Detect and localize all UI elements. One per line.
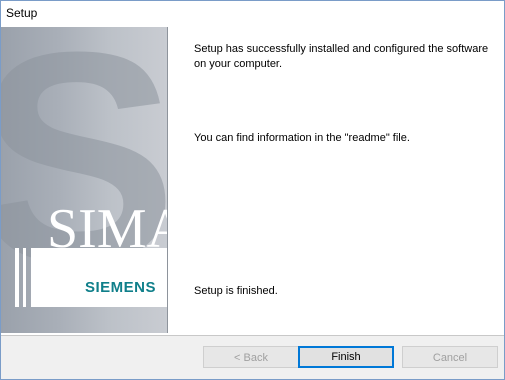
readme-message: You can find information in the "readme"… bbox=[194, 132, 410, 144]
finished-message: Setup is finished. bbox=[194, 285, 278, 297]
back-button[interactable]: < Back bbox=[203, 346, 299, 368]
banner-stripe bbox=[15, 248, 19, 307]
finish-button[interactable]: Finish bbox=[298, 346, 394, 368]
wizard-content: SI SIMA SIEMENS Setup has successfully i… bbox=[1, 27, 504, 335]
window-title: Setup bbox=[6, 6, 38, 20]
title-bar[interactable]: Setup bbox=[1, 1, 504, 28]
banner-logo-plate bbox=[31, 248, 167, 307]
banner-stripe bbox=[23, 248, 26, 307]
button-bar: < Back Finish Cancel bbox=[1, 335, 504, 379]
cancel-button[interactable]: Cancel bbox=[402, 346, 498, 368]
siemens-logo: SIEMENS bbox=[85, 279, 157, 296]
setup-window: Setup SI SIMA SIEMENS Setup has successf… bbox=[0, 0, 505, 380]
installed-message: Setup has successfully installed and con… bbox=[194, 43, 489, 70]
siemens-banner-image: SI SIMA SIEMENS bbox=[1, 27, 168, 333]
